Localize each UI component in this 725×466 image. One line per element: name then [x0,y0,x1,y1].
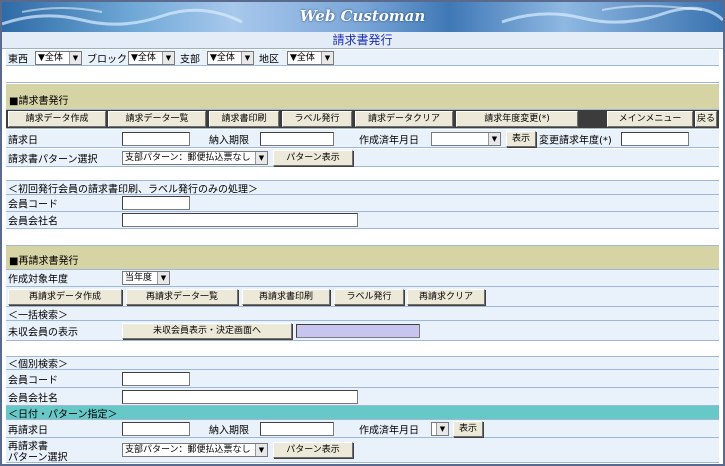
chevron-down-icon: ▼ [157,272,169,284]
first-issue-note: ＜初回発行会員の請求書印刷、ラベル発行のみの処理＞ [8,184,258,195]
individual-search-note-row: ＜個別検索＞ [6,357,719,371]
bulk-search-note: ＜一括検索＞ [8,310,68,321]
reissue-due-label: 納入期限 [209,425,249,436]
print-invoice-button[interactable]: 請求書印刷 [209,111,279,127]
reissue-section-header: ■再請求書発行 [6,246,719,270]
reissue-due-input[interactable] [260,421,334,436]
invoice-pattern-select[interactable]: 支部パターン：郵便払込票なし ▼ [122,150,268,165]
bulk-search-note-row: ＜一括検索＞ [6,307,719,321]
chevron-down-icon: ▼ [69,51,81,64]
individual-search-note: ＜個別検索＞ [8,359,68,371]
filter-label-block: ブロック [87,54,127,65]
member-code-label: 会員コード [8,199,58,211]
reissue-member-code-label: 会員コード [8,375,58,386]
create-reissue-data-button[interactable]: 再請求データ作成 [8,288,122,305]
invoice-date-row: 請求日 納入期限 作成済年月日 ▼ 表示 変更請求年度(*) [6,130,719,148]
invoice-date-input[interactable] [122,131,190,146]
unpaid-members-label: 未収会員の表示 [8,327,78,338]
change-year-label: 変更請求年度(*) [539,135,612,146]
reissue-toolbar: 再請求データ作成 再請求データ一覧 再請求書印刷 ラベル発行 再請求クリア [6,287,719,307]
target-year-select[interactable]: 当年度 ▼ [122,271,170,285]
header-banner: Web Customan [2,2,723,32]
filter-label-east-west: 東西 [8,54,28,65]
reissue-member-company-input[interactable] [122,389,358,404]
invoice-date-label: 請求日 [8,135,38,146]
chevron-down-icon: ▼ [162,51,174,64]
print-reissue-button[interactable]: 再請求書印刷 [242,288,330,305]
reissue-year-row: 作成対象年度 当年度 ▼ [6,270,719,287]
filter-select-east-west[interactable]: ▼全体 ▼ [35,50,82,65]
reissue-created-select[interactable]: ▼ [431,421,449,436]
member-code-row: 会員コード [6,195,719,212]
reissue-show-button[interactable]: 表示 [453,420,483,437]
filter-label-branch: 支部 [180,54,200,65]
unpaid-members-row: 未収会員の表示 未収会員表示・決定画面へ [6,321,719,341]
create-invoice-data-button[interactable]: 請求データ作成 [8,111,106,127]
reissue-show-pattern-button[interactable]: パターン表示 [273,442,353,458]
created-date-select[interactable]: ▼ [431,131,501,146]
reissue-date-input[interactable] [122,421,190,436]
filter-bar: 東西 ▼全体 ▼ ブロック ▼全体 ▼ 支部 ▼全体 ▼ 地区 ▼全体 ▼ [6,50,719,66]
filter-label-district: 地区 [259,54,279,65]
created-date-label: 作成済年月日 [359,135,419,146]
chevron-down-icon: ▼ [488,132,500,145]
invoice-toolbar: 請求データ作成 請求データ一覧 請求書印刷 ラベル発行 請求データクリア 請求年… [6,110,719,129]
due-date-input[interactable] [260,131,334,146]
reissue-pattern-row: 再請求書 パターン選択 支部パターン：郵便払込票なし ▼ パターン表示 [6,438,719,464]
filter-select-district[interactable]: ▼全体 ▼ [287,50,334,65]
member-code-input[interactable] [122,196,190,210]
chevron-down-icon: ▼ [255,151,267,164]
reissue-section-title: ■再請求書発行 [9,256,79,267]
invoice-section-header: ■請求書発行 [6,84,719,110]
member-company-label: 会員会社名 [8,216,58,228]
reissue-pattern-select[interactable]: 支部パターン：郵便払込票なし ▼ [122,443,268,457]
clear-invoice-data-button[interactable]: 請求データクリア [355,111,453,127]
reissue-member-company-label: 会員会社名 [8,393,58,404]
filter-select-block[interactable]: ▼全体 ▼ [128,50,175,65]
change-year-input[interactable] [621,131,689,146]
reissue-label-button[interactable]: ラベル発行 [334,288,404,305]
first-issue-note-row: ＜初回発行会員の請求書印刷、ラベル発行のみの処理＞ [6,181,719,195]
date-pattern-note: ＜日付・パターン指定＞ [8,409,118,420]
reissue-data-list-button[interactable]: 再請求データ一覧 [126,288,238,305]
member-company-input[interactable] [122,213,358,227]
chevron-down-icon: ▼ [321,51,333,64]
spacer-row [6,229,719,246]
back-button[interactable]: 戻る [695,111,717,127]
spacer-row [6,341,719,357]
target-year-label: 作成対象年度 [8,274,68,286]
invoice-data-list-button[interactable]: 請求データ一覧 [108,111,206,127]
app-window: Web Customan 請求書発行 東西 ▼全体 ▼ ブロック ▼全体 ▼ 支部 … [0,0,725,466]
show-button[interactable]: 表示 [506,130,536,147]
due-date-label: 納入期限 [209,135,249,146]
member-company-row: 会員会社名 [6,212,719,229]
date-pattern-note-row: ＜日付・パターン指定＞ [6,406,719,420]
reissue-member-code-input[interactable] [122,371,190,386]
app-title: Web Customan [299,7,426,25]
show-pattern-button[interactable]: パターン表示 [273,149,353,166]
invoice-pattern-row: 請求書パターン選択 支部パターン：郵便払込票なし ▼ パターン表示 [6,149,719,167]
reissue-date-label: 再請求日 [8,425,48,436]
filter-select-branch[interactable]: ▼全体 ▼ [207,50,254,65]
issue-label-button[interactable]: ラベル発行 [282,111,352,127]
clear-reissue-button[interactable]: 再請求クリア [407,288,485,305]
page-title: 請求書発行 [2,32,723,49]
chevron-down-icon: ▼ [255,444,267,456]
main-menu-button[interactable]: メインメニュー [607,111,693,127]
reissue-member-code-row: 会員コード [6,370,719,388]
change-invoice-year-button[interactable]: 請求年度変更(*) [456,111,578,127]
chevron-down-icon: ▼ [436,422,448,435]
reissue-created-label: 作成済年月日 [359,425,419,436]
invoice-section-title: ■請求書発行 [9,96,69,107]
chevron-down-icon: ▼ [241,51,253,64]
reissue-member-company-row: 会員会社名 [6,388,719,406]
invoice-pattern-label: 請求書パターン選択 [8,154,98,165]
reissue-date-row: 再請求日 納入期限 作成済年月日 ▼ 表示 [6,420,719,438]
unpaid-members-button[interactable]: 未収会員表示・決定画面へ [122,322,292,339]
reissue-pattern-label-2: パターン選択 [8,452,68,464]
spacer-row [6,67,719,83]
unpaid-members-field [296,323,420,338]
